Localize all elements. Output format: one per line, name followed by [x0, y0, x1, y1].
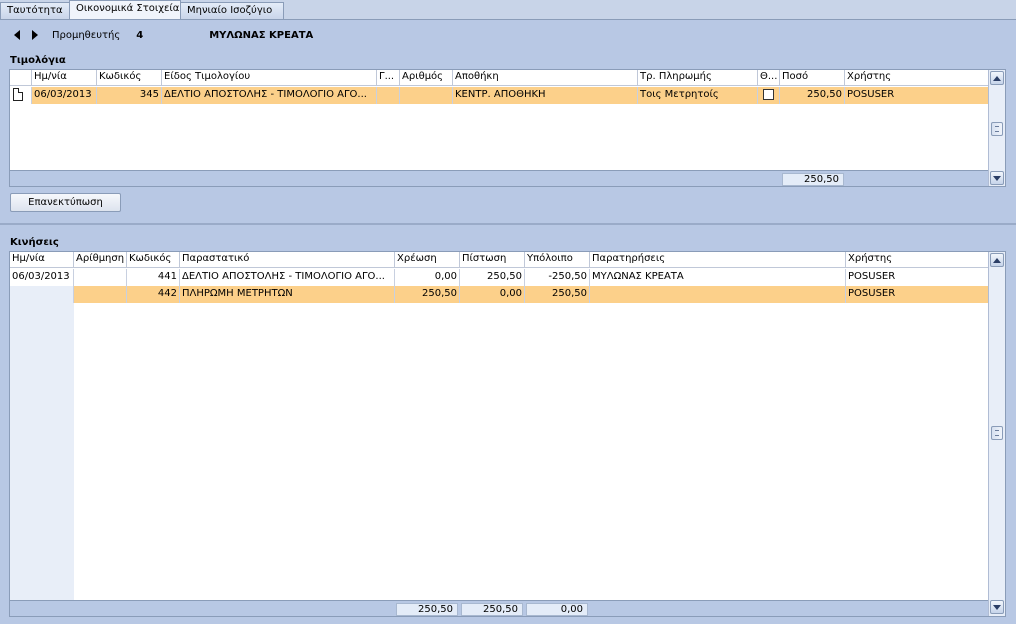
scroll-down-button[interactable] [990, 171, 1004, 185]
tab-label: Ταυτότητα [7, 5, 63, 16]
movements-grid[interactable]: Ημ/νία Αρίθμηση Κωδικός Παραστατικό Χρέω… [9, 251, 1006, 617]
cell-document: ΠΛΗΡΩΜΗ ΜΕΤΡΗΤΩΝ [180, 286, 395, 303]
cell-numbering [74, 286, 127, 303]
total-credit: 250,50 [461, 603, 523, 616]
movements-title: Κινήσεις [10, 237, 59, 248]
header-number[interactable]: Αριθμός [400, 70, 453, 86]
arrow-left-icon [14, 30, 20, 40]
movements-panel: Κινήσεις Ημ/νία Αρίθμηση Κωδικός Παραστα… [0, 223, 1016, 624]
row-checkbox[interactable] [763, 89, 774, 100]
grip-icon [995, 430, 999, 436]
header-code[interactable]: Κωδικός [127, 252, 180, 268]
header-payment[interactable]: Τρ. Πληρωμής [638, 70, 758, 86]
header-amount[interactable]: Ποσό [780, 70, 845, 86]
header-notes[interactable]: Παρατηρήσεις [590, 252, 846, 268]
tab-label: Οικονομικά Στοιχεία [76, 3, 180, 14]
tab-label: Μηνιαίο Ισοζύγιο [187, 5, 273, 16]
invoices-header: Ημ/νία Κωδικός Είδος Τιμολογίου Γ... Αρι… [10, 70, 990, 86]
cell-credit: 0,00 [460, 286, 525, 303]
header-document[interactable]: Παραστατικό [180, 252, 395, 268]
table-row[interactable]: 442 ΠΛΗΡΩΜΗ ΜΕΤΡΗΤΩΝ 250,50 0,00 250,50 … [10, 286, 990, 303]
row-indicator [10, 87, 32, 104]
scroll-up-button[interactable] [990, 71, 1004, 85]
cell-notes [590, 286, 846, 303]
supplier-navigator: Προμηθευτής 4 ΜΥΛΩΝΑΣ ΚΡΕΑΤΑ [10, 28, 313, 42]
cell-debit: 0,00 [395, 269, 460, 286]
cell-payment: Τοις Μετρητοίς [638, 87, 758, 104]
scroll-down-button[interactable] [990, 600, 1004, 614]
cell-date: 06/03/2013 [32, 87, 97, 104]
invoices-scrollbar[interactable] [988, 70, 1005, 186]
tab-bar: Ταυτότητα Οικονομικά Στοιχεία Μηνιαίο Ισ… [0, 0, 1016, 19]
reprint-button[interactable]: Επανεκτύπωση [10, 193, 121, 212]
tab-identity[interactable]: Ταυτότητα [0, 2, 70, 19]
header-indicator [10, 70, 32, 86]
scroll-thumb[interactable] [991, 426, 1003, 440]
header-balance[interactable]: Υπόλοιπο [525, 252, 590, 268]
arrow-down-icon [993, 175, 1001, 181]
cell-debit: 250,50 [395, 286, 460, 303]
header-type[interactable]: Είδος Τιμολογίου [162, 70, 377, 86]
supplier-code: 4 [136, 29, 144, 41]
movements-header: Ημ/νία Αρίθμηση Κωδικός Παραστατικό Χρέω… [10, 252, 990, 268]
arrow-down-icon [993, 604, 1001, 610]
invoices-panel: Προμηθευτής 4 ΜΥΛΩΝΑΣ ΚΡΕΑΤΑ Τιμολόγια Η… [0, 19, 1016, 223]
document-icon [13, 88, 23, 101]
header-numbering[interactable]: Αρίθμηση [74, 252, 127, 268]
invoices-footer: 250,50 [10, 170, 990, 186]
cell-notes: ΜΥΛΩΝΑΣ ΚΡΕΑΤΑ [590, 269, 846, 286]
cell-number [400, 87, 453, 104]
cell-user: POSUSER [845, 87, 990, 104]
header-debit[interactable]: Χρέωση [395, 252, 460, 268]
cell-date: 06/03/2013 [10, 269, 74, 286]
cell-user: POSUSER [846, 269, 990, 286]
date-column-fill [10, 303, 74, 600]
movements-footer: 250,50 250,50 0,00 [10, 600, 990, 616]
scroll-up-button[interactable] [990, 253, 1004, 267]
movements-scrollbar[interactable] [988, 252, 1005, 616]
cell-warehouse: ΚΕΝΤΡ. ΑΠΟΘΗΚΗ [453, 87, 638, 104]
cell-balance: -250,50 [525, 269, 590, 286]
arrow-up-icon [993, 257, 1001, 263]
supplier-name: ΜΥΛΩΝΑΣ ΚΡΕΑΤΑ [209, 29, 314, 41]
grip-icon [995, 126, 999, 132]
cell-th [758, 87, 780, 104]
cell-user: POSUSER [846, 286, 990, 303]
cell-code: 345 [97, 87, 162, 104]
scroll-thumb[interactable] [991, 122, 1003, 136]
arrow-up-icon [993, 75, 1001, 81]
cell-g [377, 87, 400, 104]
prev-record-button[interactable] [10, 28, 24, 42]
header-date[interactable]: Ημ/νία [10, 252, 74, 268]
header-th[interactable]: Θ... [758, 70, 780, 86]
table-row[interactable]: 06/03/2013 441 ΔΕΛΤΙΟ ΑΠΟΣΤΟΛΗΣ - ΤΙΜΟΛΟ… [10, 269, 990, 286]
total-balance: 0,00 [526, 603, 588, 616]
invoices-total: 250,50 [782, 173, 844, 186]
header-date[interactable]: Ημ/νία [32, 70, 97, 86]
cell-code: 441 [127, 269, 180, 286]
table-row[interactable]: 06/03/2013 345 ΔΕΛΤΙΟ ΑΠΟΣΤΟΛΗΣ - ΤΙΜΟΛΟ… [10, 87, 990, 104]
cell-document: ΔΕΛΤΙΟ ΑΠΟΣΤΟΛΗΣ - ΤΙΜΟΛΟΓΙΟ ΑΓΟ... [180, 269, 395, 286]
invoices-title: Τιμολόγια [10, 55, 66, 66]
cell-type: ΔΕΛΤΙΟ ΑΠΟΣΤΟΛΗΣ - ΤΙΜΟΛΟΓΙΟ ΑΓΟ... [162, 87, 377, 104]
cell-code: 442 [127, 286, 180, 303]
header-code[interactable]: Κωδικός [97, 70, 162, 86]
total-debit: 250,50 [396, 603, 458, 616]
tab-monthly-balance[interactable]: Μηνιαίο Ισοζύγιο [180, 2, 284, 19]
header-user[interactable]: Χρήστης [845, 70, 990, 86]
cell-balance: 250,50 [525, 286, 590, 303]
header-g[interactable]: Γ... [377, 70, 400, 86]
cell-credit: 250,50 [460, 269, 525, 286]
tab-financial[interactable]: Οικονομικά Στοιχεία [69, 0, 181, 19]
header-user[interactable]: Χρήστης [846, 252, 990, 268]
cell-numbering [74, 269, 127, 286]
header-warehouse[interactable]: Αποθήκη [453, 70, 638, 86]
next-record-button[interactable] [28, 28, 42, 42]
invoices-grid[interactable]: Ημ/νία Κωδικός Είδος Τιμολογίου Γ... Αρι… [9, 69, 1006, 187]
supplier-label: Προμηθευτής [52, 29, 121, 41]
arrow-right-icon [32, 30, 38, 40]
cell-date [10, 286, 74, 303]
cell-amount: 250,50 [780, 87, 845, 104]
header-credit[interactable]: Πίστωση [460, 252, 525, 268]
